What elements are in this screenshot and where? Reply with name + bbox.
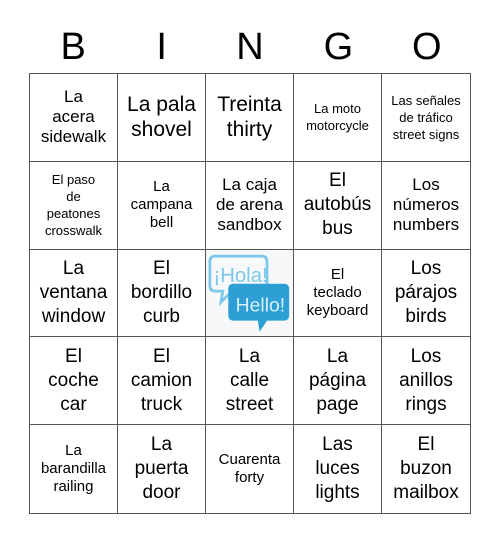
hola-text: ¡Hola! bbox=[214, 265, 268, 287]
hello-text: Hello! bbox=[236, 294, 285, 316]
cell-text: Las señales de tráfico street signs bbox=[391, 92, 461, 142]
cell-text: Las luces lights bbox=[315, 434, 360, 504]
cell-text: La pala shovel bbox=[127, 93, 196, 142]
header-letter-o: O bbox=[412, 26, 442, 68]
bingo-cell[interactable]: Los números numbers bbox=[382, 162, 470, 250]
bingo-cell[interactable]: Los párajos birds bbox=[382, 250, 470, 338]
cell-text: Cuarenta forty bbox=[218, 451, 281, 487]
bingo-cell[interactable]: El coche car bbox=[30, 337, 118, 426]
bingo-cell[interactable]: La calle street bbox=[206, 337, 294, 426]
cell-text: Treinta thirty bbox=[217, 93, 282, 142]
cell-text: La caja de arena sandbox bbox=[215, 175, 284, 235]
bingo-cell[interactable]: El buzon mailbox bbox=[382, 425, 470, 513]
bingo-cell[interactable]: La moto motorcycle bbox=[294, 74, 382, 162]
hola-hello-speech-bubbles-icon: ¡Hola! Hello! bbox=[208, 254, 290, 332]
cell-text: El coche car bbox=[48, 345, 99, 415]
bingo-cell[interactable]: El teclado keyboard bbox=[294, 249, 382, 338]
header-letter-g: G bbox=[323, 26, 354, 68]
cell-text: El bordillo curb bbox=[130, 257, 193, 327]
cell-text: El camion truck bbox=[130, 345, 193, 415]
cell-text: Los párajos birds bbox=[394, 257, 458, 327]
bingo-cell[interactable]: Cuarenta forty bbox=[206, 425, 294, 513]
header-letter-b: B bbox=[60, 26, 86, 68]
bingo-cell[interactable]: El paso de peatones crosswalk bbox=[30, 161, 118, 250]
bingo-cell[interactable]: La pala shovel bbox=[118, 74, 206, 162]
cell-text: Los anillos rings bbox=[399, 345, 453, 415]
cell-text: Los números numbers bbox=[392, 175, 460, 235]
bingo-cell[interactable]: Treinta thirty bbox=[206, 74, 294, 162]
bingo-cell[interactable]: El autobús bus bbox=[294, 161, 382, 250]
bingo-cell[interactable]: La página page bbox=[294, 337, 382, 426]
bingo-cell[interactable]: El bordillo curb bbox=[118, 249, 206, 338]
bingo-cell[interactable]: La caja de arena sandbox bbox=[206, 161, 294, 250]
bingo-cell[interactable]: La ventana window bbox=[30, 249, 118, 338]
bingo-cell[interactable]: Los anillos rings bbox=[382, 337, 470, 426]
cell-text: El teclado keyboard bbox=[306, 265, 369, 319]
bingo-cell[interactable]: La barandilla railing bbox=[30, 425, 118, 513]
cell-text: La moto motorcycle bbox=[306, 101, 369, 134]
header-letter-i: I bbox=[156, 26, 167, 68]
cell-text: La ventana window bbox=[39, 257, 108, 327]
cell-text: La campana bell bbox=[130, 178, 193, 232]
cell-text: La acera sidewalk bbox=[40, 87, 107, 147]
cell-text: El autobús bus bbox=[303, 170, 372, 240]
cell-text: La calle street bbox=[225, 345, 274, 415]
bingo-cell[interactable]: Las señales de tráfico street signs bbox=[382, 74, 470, 162]
cell-text: La puerta door bbox=[134, 434, 189, 504]
bingo-cell[interactable]: El camion truck bbox=[118, 337, 206, 426]
bingo-cell-free-space[interactable]: ¡Hola! Hello! bbox=[206, 249, 294, 338]
bingo-cell[interactable]: La campana bell bbox=[118, 161, 206, 250]
bingo-header: B I N G O bbox=[29, 22, 471, 72]
bingo-cell[interactable]: La puerta door bbox=[118, 425, 206, 513]
bingo-grid: La acera sidewalk La pala shovel Treinta t… bbox=[29, 73, 471, 514]
cell-text: La página page bbox=[308, 345, 367, 415]
cell-text: La barandilla railing bbox=[40, 442, 107, 496]
header-letter-n: N bbox=[236, 26, 264, 68]
bingo-cell[interactable]: La acera sidewalk bbox=[30, 74, 118, 162]
cell-text: El paso de peatones crosswalk bbox=[44, 172, 103, 239]
cell-text: El buzon mailbox bbox=[393, 434, 459, 504]
bingo-cell[interactable]: Las luces lights bbox=[294, 425, 382, 513]
